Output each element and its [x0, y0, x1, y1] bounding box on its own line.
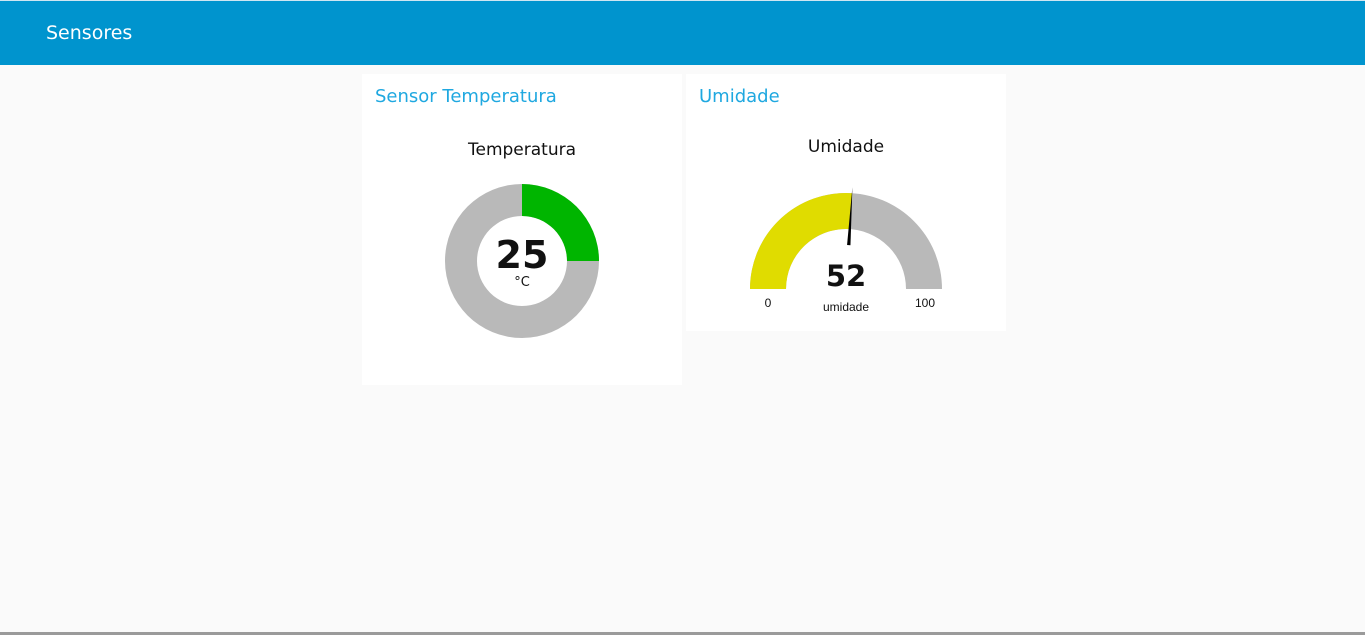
humidity-group-card: Umidade Umidade 52 umidade 0 100: [686, 74, 1006, 331]
temperature-value: 25: [496, 233, 549, 277]
page-title: Sensores: [46, 22, 133, 44]
humidity-arc-gauge: 52 umidade 0 100: [750, 187, 942, 314]
temperature-unit: °C: [514, 275, 530, 290]
humidity-value: 52: [826, 259, 866, 293]
top-toolbar: Sensores: [0, 0, 1365, 65]
humidity-max-label: 100: [915, 296, 935, 310]
temperature-donut-gauge: 25 °C: [444, 184, 599, 338]
temperature-group-card: Sensor Temperatura Temperatura 25 °C: [362, 74, 682, 385]
humidity-min-label: 0: [765, 296, 772, 310]
humidity-unit: umidade: [823, 300, 869, 314]
